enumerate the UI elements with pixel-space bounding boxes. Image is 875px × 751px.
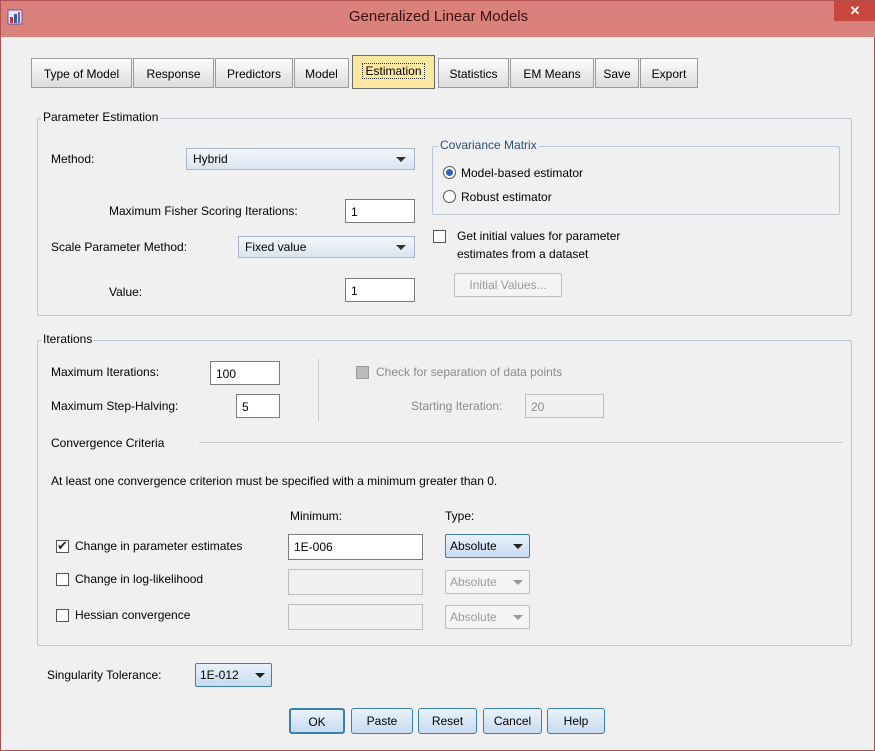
change-log-likelihood-checkbox[interactable] (56, 573, 69, 586)
scale-value-input[interactable]: 1 (345, 278, 415, 302)
change-parameter-estimates-checkbox[interactable] (56, 538, 69, 554)
tab-type-of-model[interactable]: Type of Model (31, 58, 132, 88)
tab-response[interactable]: Response (133, 58, 214, 88)
covariance-matrix-group (432, 146, 840, 215)
method-value: Hybrid (193, 152, 228, 166)
change-parameter-estimates-type[interactable]: Absolute (445, 534, 530, 558)
model-based-radio[interactable] (443, 166, 456, 179)
tab-save[interactable]: Save (595, 58, 639, 88)
title-bar[interactable]: Generalized Linear Models ✕ (1, 1, 875, 37)
model-based-label[interactable]: Model-based estimator (461, 166, 583, 180)
starting-iteration-label: Starting Iteration: (411, 399, 503, 413)
method-label: Method: (51, 152, 95, 166)
chevron-down-icon (513, 580, 523, 585)
tab-label: Type of Model (43, 67, 120, 81)
singularity-value: 1E-012 (200, 668, 239, 682)
change-log-likelihood-type[interactable]: Absolute (445, 570, 530, 594)
max-fisher-label: Maximum Fisher Scoring Iterations: (109, 204, 298, 218)
tab-predictors[interactable]: Predictors (215, 58, 293, 88)
tab-label: Save (603, 67, 631, 81)
tab-model[interactable]: Model (294, 58, 349, 88)
initial-values-label-line1[interactable]: Get initial values for parameter (457, 229, 620, 243)
value-label: Value: (109, 285, 143, 299)
singularity-tolerance-select[interactable]: 1E-012 (195, 663, 272, 687)
check-separation-label: Check for separation of data points (376, 365, 563, 379)
reset-button[interactable]: Reset (418, 708, 477, 734)
method-select[interactable]: Hybrid (186, 148, 415, 170)
type-column-header: Type: (445, 509, 475, 523)
max-step-halving-label: Maximum Step-Halving: (51, 399, 179, 413)
chevron-down-icon (396, 245, 406, 250)
singularity-tolerance-label: Singularity Tolerance: (47, 668, 162, 682)
vertical-divider (318, 359, 319, 421)
tab-label: Response (146, 67, 201, 81)
convergence-note: At least one convergence criterion must … (51, 474, 498, 488)
type-value: Absolute (450, 610, 497, 624)
starting-iteration-input[interactable]: 20 (525, 394, 604, 418)
hessian-convergence-minimum[interactable] (288, 604, 423, 630)
convergence-separator (199, 442, 843, 443)
type-value: Absolute (450, 539, 497, 553)
scale-method-label: Scale Parameter Method: (51, 240, 188, 254)
dialog-window: Generalized Linear Models ✕ Type of Mode… (0, 0, 875, 751)
robust-radio[interactable] (443, 190, 456, 203)
initial-values-checkbox[interactable] (433, 230, 446, 243)
check-separation-checkbox[interactable] (356, 366, 369, 379)
ok-button[interactable]: OK (289, 708, 345, 734)
minimum-column-header: Minimum: (290, 509, 343, 523)
max-fisher-input[interactable]: 1 (345, 199, 415, 223)
tab-label: Predictors (226, 67, 282, 81)
scale-method-value: Fixed value (245, 240, 307, 254)
change-log-likelihood-label[interactable]: Change in log-likelihood (75, 572, 203, 586)
window-title: Generalized Linear Models (348, 8, 529, 25)
tab-statistics[interactable]: Statistics (438, 58, 509, 88)
tab-label: Estimation (362, 63, 425, 79)
tab-label: Statistics (449, 67, 498, 81)
help-button[interactable]: Help (547, 708, 605, 734)
parameter-estimation-legend: Parameter Estimation (41, 110, 161, 124)
close-button[interactable]: ✕ (834, 1, 875, 21)
hessian-convergence-label[interactable]: Hessian convergence (75, 608, 190, 622)
chevron-down-icon (396, 157, 406, 162)
max-iterations-label: Maximum Iterations: (51, 365, 160, 379)
covariance-matrix-legend: Covariance Matrix (438, 138, 539, 152)
chevron-down-icon (513, 615, 523, 620)
type-value: Absolute (450, 575, 497, 589)
chevron-down-icon (513, 544, 523, 549)
change-parameter-estimates-minimum[interactable]: 1E-006 (288, 534, 423, 560)
paste-button[interactable]: Paste (351, 708, 413, 734)
tab-label: Model (305, 67, 338, 81)
chevron-down-icon (255, 673, 265, 678)
tab-label: Export (651, 67, 687, 81)
initial-values-button[interactable]: Initial Values... (454, 273, 562, 297)
tab-em-means[interactable]: EM Means (510, 58, 594, 88)
iterations-group (37, 340, 852, 646)
robust-label[interactable]: Robust estimator (461, 190, 552, 204)
cancel-button[interactable]: Cancel (483, 708, 542, 734)
initial-values-label-line2: estimates from a dataset (457, 247, 589, 261)
tab-estimation[interactable]: Estimation (352, 55, 435, 89)
hessian-convergence-checkbox[interactable] (56, 609, 69, 622)
max-iterations-input[interactable]: 100 (210, 361, 280, 385)
tab-label: EM Means (523, 67, 581, 81)
hessian-convergence-type[interactable]: Absolute (445, 605, 530, 629)
change-log-likelihood-minimum[interactable] (288, 569, 423, 595)
tab-export[interactable]: Export (640, 58, 698, 88)
scale-method-select[interactable]: Fixed value (238, 236, 415, 258)
change-parameter-estimates-label[interactable]: Change in parameter estimates (75, 539, 242, 553)
max-step-halving-input[interactable]: 5 (236, 394, 280, 418)
convergence-criteria-header: Convergence Criteria (51, 436, 165, 450)
iterations-legend: Iterations (41, 332, 95, 346)
